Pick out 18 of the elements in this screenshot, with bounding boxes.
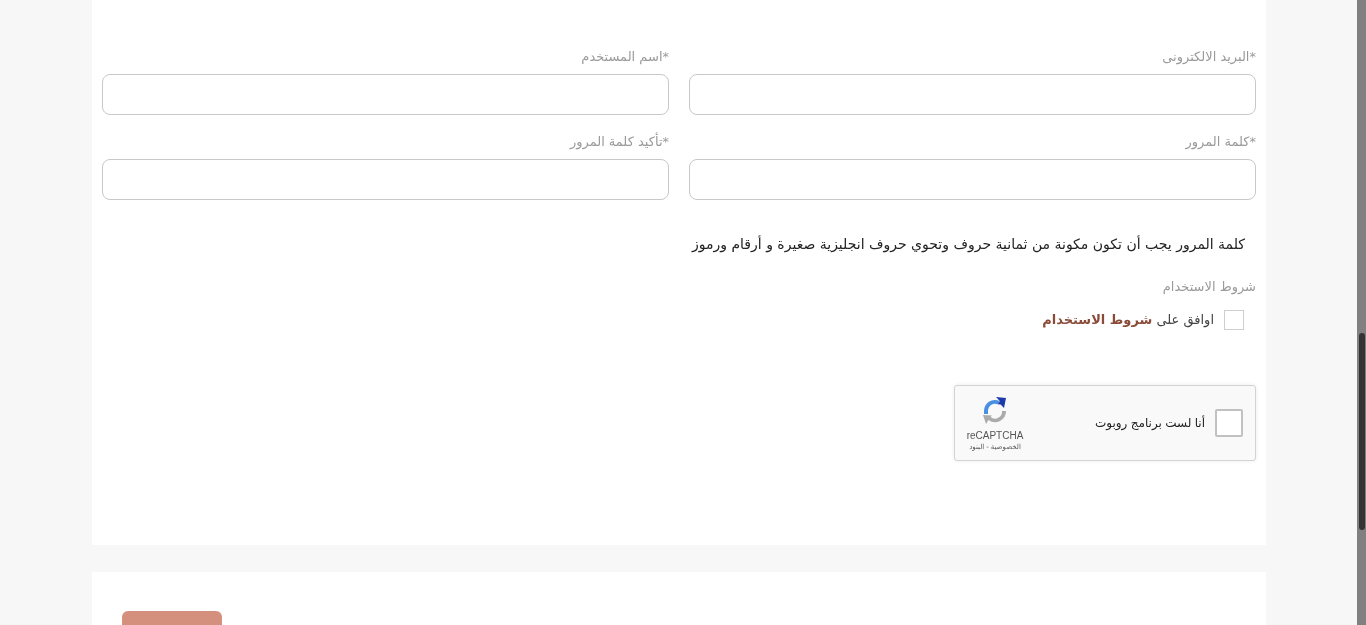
scrollbar[interactable]: [1357, 0, 1366, 625]
input-field[interactable]: [102, 159, 669, 200]
checkbox[interactable]: [1224, 310, 1244, 330]
captcha-label: أنا لست برنامج روبوت: [1094, 416, 1205, 430]
input-field[interactable]: [689, 159, 1256, 200]
field-label: *كلمة المرور: [1185, 133, 1256, 151]
input-field[interactable]: [102, 74, 669, 115]
captcha-checkbox[interactable]: [1215, 409, 1243, 437]
input-field[interactable]: [689, 74, 1256, 115]
terms-link[interactable]: شروط الاستخدام: [1042, 312, 1153, 327]
captcha-brand: reCAPTCHA: [966, 429, 1024, 442]
scrollbar-thumb[interactable]: [1359, 333, 1365, 530]
field-label: *البريد الالكترونى: [1162, 48, 1256, 66]
terms-heading: شروط الاستخدام: [1162, 278, 1256, 296]
password-hint: كلمة المرور يجب أن تكون مكونة من ثمانية حروف وتحوي حروف انجليزية صغيرة و أرقام ورموز: [691, 234, 1245, 254]
field-label: *تأكيد كلمة المرور: [569, 133, 669, 151]
agree-label: اوافق على شروط الاستخدام: [1042, 311, 1214, 330]
field-label: *اسم المستخدم: [581, 48, 669, 66]
